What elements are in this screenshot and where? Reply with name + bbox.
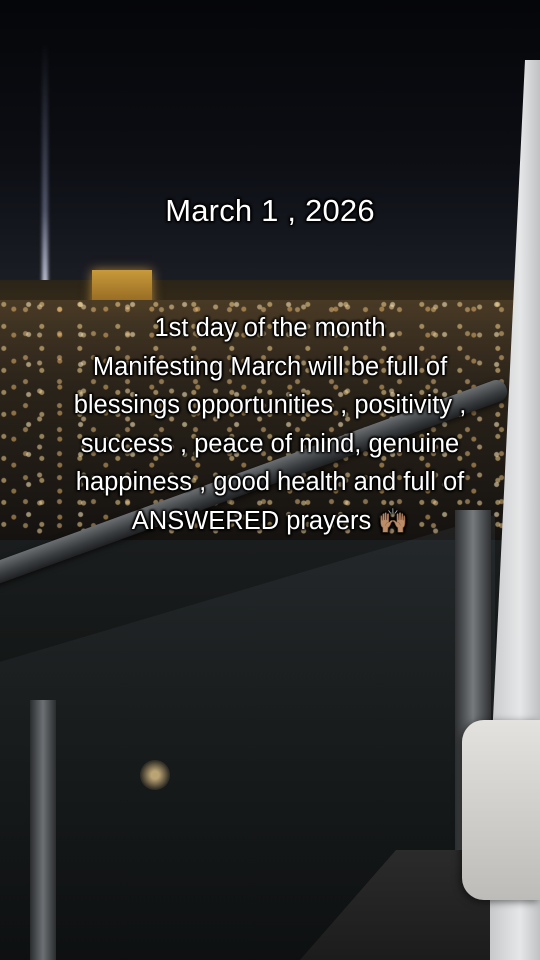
message-line-last: ANSWERED prayers 🙌🏽 xyxy=(0,502,540,542)
message-line: success , peace of mind, genuine xyxy=(80,429,460,458)
balcony-chair xyxy=(462,720,540,900)
light-beam xyxy=(42,40,48,285)
rail-post-left xyxy=(30,700,56,960)
raising-hands-icon: 🙌🏽 xyxy=(378,507,409,535)
night-sky xyxy=(0,0,540,290)
video-frame: March 1 , 2026 1st day of the month Mani… xyxy=(0,0,540,960)
message-line-text: ANSWERED prayers xyxy=(131,506,372,535)
message-caption: 1st day of the month Manifesting March w… xyxy=(0,309,540,541)
message-line: happiness , good health and full of xyxy=(75,468,465,496)
message-line: 1st day of the month xyxy=(154,314,386,342)
message-line: blessings opportunities , positivity , xyxy=(73,391,467,419)
date-caption: March 1 , 2026 xyxy=(165,193,375,228)
message-line: Manifesting March will be full of xyxy=(92,352,448,381)
